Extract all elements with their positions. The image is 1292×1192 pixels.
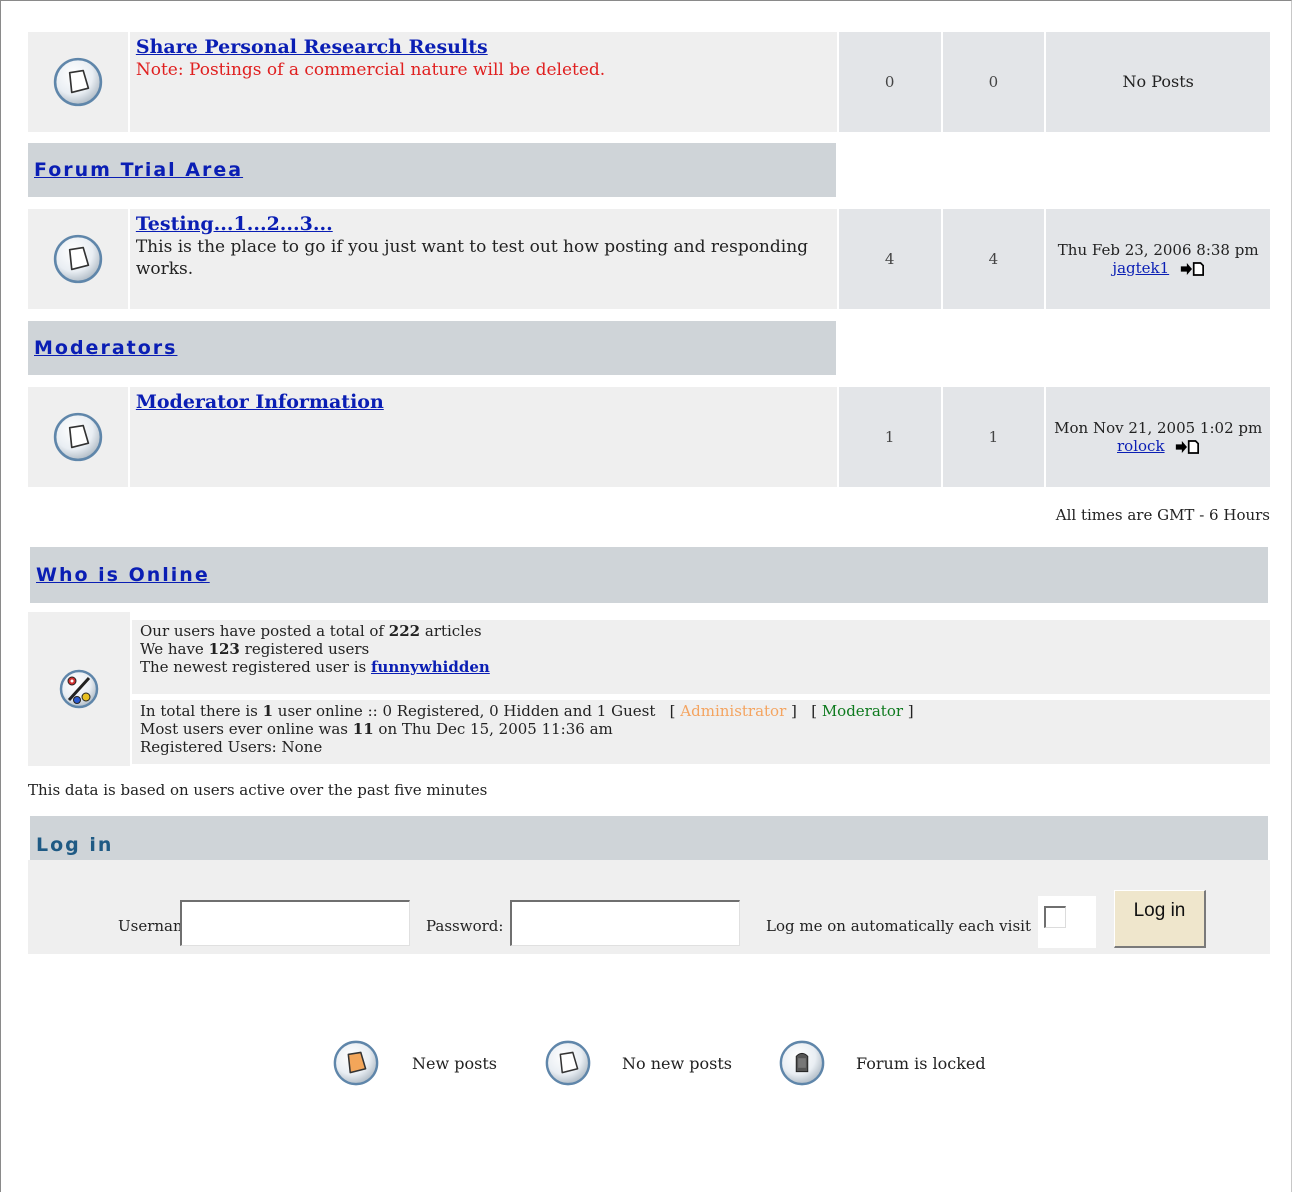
forum-description-cell: Share Personal Research Results Note: Po… <box>129 32 837 132</box>
newest-user-link[interactable]: funnywhidden <box>371 658 490 676</box>
last-post-time: Thu Feb 23, 2006 8:38 pm <box>1057 241 1259 259</box>
legend-no-new-posts: No new posts <box>544 1038 732 1088</box>
online-box: In total there is 1 user online :: 0 Reg… <box>132 700 1270 764</box>
who-is-online-link[interactable]: Who is Online <box>36 564 210 586</box>
last-post-time: Mon Nov 21, 2005 1:02 pm <box>1054 419 1263 437</box>
who-is-online-bar: Who is Online <box>30 547 1268 603</box>
posts-count: 4 <box>942 209 1045 309</box>
legend-administrator: Administrator <box>680 702 787 720</box>
login-button[interactable]: Log in <box>1114 890 1206 948</box>
last-post-cell: No Posts <box>1046 32 1270 132</box>
who-is-online-block: Our users have posted a total of 222 art… <box>28 612 1270 766</box>
last-post-user-link[interactable]: jagtek1 <box>1112 259 1169 277</box>
folder-icon <box>28 387 128 487</box>
posts-count: 1 <box>942 387 1045 487</box>
category-bar: Forum Trial Area <box>28 143 836 197</box>
forum-description: This is the place to go if you just want… <box>135 237 809 279</box>
forum-description-cell: Moderator Information <box>129 387 837 487</box>
category-bar: Moderators <box>28 321 836 375</box>
folder-icon <box>28 209 128 309</box>
forum-row: Share Personal Research Results Note: Po… <box>28 32 1270 132</box>
topics-count: 4 <box>838 209 941 309</box>
forum-title-link[interactable]: Share Personal Research Results <box>136 36 488 58</box>
legend-moderator: Moderator <box>821 702 904 720</box>
who-online-icon <box>28 612 130 766</box>
forum-row: Moderator Information 1 1 Mon Nov 21, 20… <box>28 387 1270 487</box>
autologin-label: Log me on automatically each visit <box>766 917 1031 935</box>
password-input[interactable] <box>510 900 740 946</box>
most-online-stat: Most users ever online was 11 on Thu Dec… <box>140 720 613 738</box>
online-count-stat: In total there is 1 user online :: 0 Reg… <box>140 702 914 720</box>
category-link-forum-trial-area[interactable]: Forum Trial Area <box>34 159 243 181</box>
stats-box: Our users have posted a total of 222 art… <box>132 620 1270 694</box>
users-stat: We have 123 registered users <box>140 640 370 658</box>
folder-new-icon <box>332 1039 380 1087</box>
posts-count: 0 <box>942 32 1045 132</box>
folder-icon <box>544 1039 592 1087</box>
autologin-checkbox[interactable] <box>1038 896 1096 948</box>
forum-row: Testing...1...2...3... This is the place… <box>28 209 1270 309</box>
newest-user-stat: The newest registered user is funnywhidd… <box>140 658 490 676</box>
category-link-moderators[interactable]: Moderators <box>34 337 177 359</box>
last-post-cell: Mon Nov 21, 2005 1:02 pm rolock <box>1046 387 1270 487</box>
last-post-text: No Posts <box>1122 72 1194 91</box>
forum-description: Note: Postings of a commercial nature wi… <box>135 60 606 80</box>
timezone-note: All times are GMT - 6 Hours <box>1055 506 1270 524</box>
login-title: Log in <box>36 833 114 856</box>
forum-title-link[interactable]: Testing...1...2...3... <box>136 213 333 235</box>
last-post-user-link[interactable]: rolock <box>1117 437 1165 455</box>
topics-count: 1 <box>838 387 941 487</box>
folder-locked-icon <box>778 1039 826 1087</box>
registered-users-stat: Registered Users: None <box>140 738 323 756</box>
forum-description-cell: Testing...1...2...3... This is the place… <box>129 209 837 309</box>
topics-count: 0 <box>838 32 941 132</box>
username-input[interactable] <box>180 900 410 946</box>
forum-title-link[interactable]: Moderator Information <box>136 391 384 413</box>
legend-new-posts: New posts <box>332 1038 497 1088</box>
articles-stat: Our users have posted a total of 222 art… <box>140 622 482 640</box>
password-label: Password: <box>426 917 504 935</box>
last-post-cell: Thu Feb 23, 2006 8:38 pm jagtek1 <box>1046 209 1270 309</box>
activity-note: This data is based on users active over … <box>28 781 488 799</box>
last-post-icon[interactable] <box>1180 261 1204 277</box>
folder-icon <box>28 32 128 132</box>
legend-forum-locked: Forum is locked <box>778 1038 986 1088</box>
last-post-icon[interactable] <box>1175 439 1199 455</box>
login-form: Username: Password: Log me on automatica… <box>28 860 1270 954</box>
